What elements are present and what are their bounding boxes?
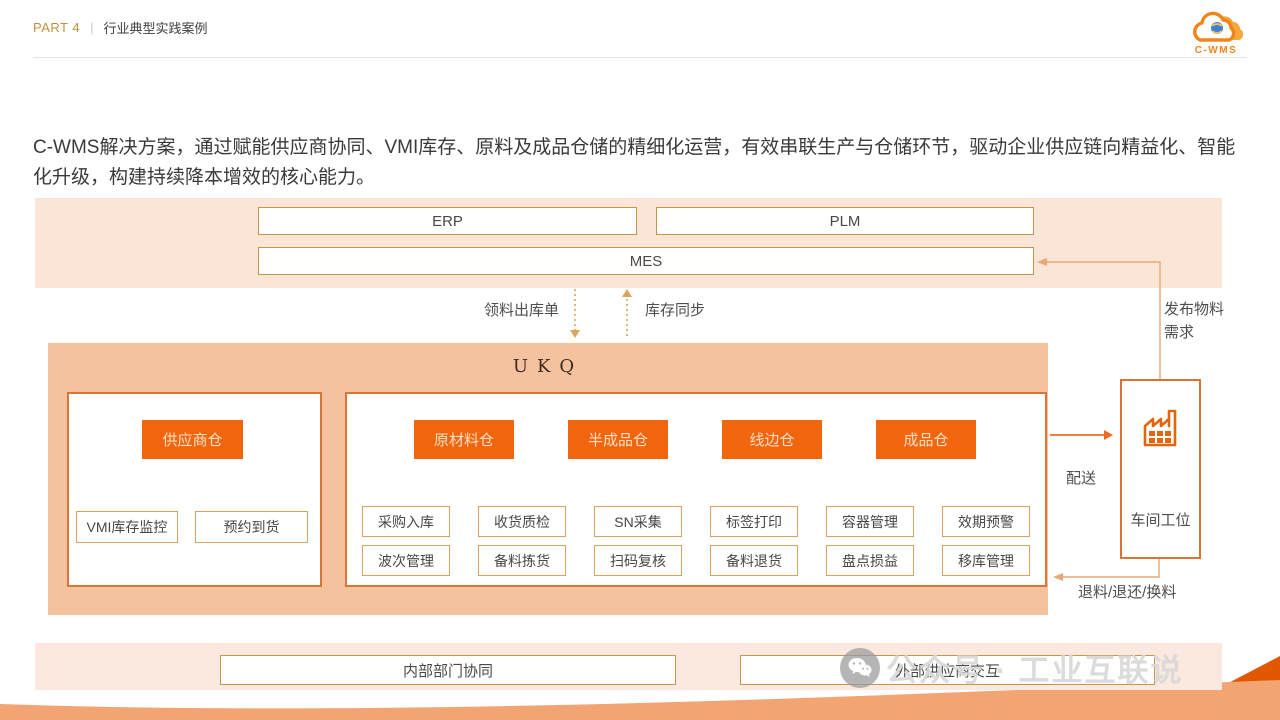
watermark: 公众号 · 工业互联说 [840,645,1184,690]
part-label: PART 4 [33,20,80,35]
raw-material-warehouse-button: 原材料仓 [414,420,514,459]
function-label: 盘点损益 [842,551,898,571]
returns-label: 退料/退还/换料 [1078,581,1176,602]
vmi-monitor-box: VMI库存监控 [76,511,178,543]
factory-windows [1149,431,1171,443]
function-label: 容器管理 [842,512,898,532]
function-box-material-return: 备料退货 [710,545,798,576]
function-box-transfer-mgmt: 移库管理 [942,545,1030,576]
publish-demand-line1: 发布物料 [1164,299,1224,322]
raw-material-warehouse-label: 原材料仓 [434,429,494,450]
function-label: 效期预警 [958,512,1014,532]
mes-label: MES [630,253,663,270]
inventory-sync-label: 库存同步 [645,299,705,320]
internal-collaboration-box: 内部部门协同 [220,655,676,685]
function-label: 波次管理 [378,551,434,571]
header-divider [33,57,1247,58]
lineside-warehouse-label: 线边仓 [749,429,794,450]
function-box-expiry-warning: 效期预警 [942,506,1030,537]
lineside-warehouse-button: 线边仓 [722,420,822,459]
function-label: 采购入库 [378,512,434,532]
supplier-warehouse-button: 供应商仓 [142,420,243,459]
ukq-title: UKQ [48,356,1048,377]
function-box-scan-check: 扫码复核 [594,545,682,576]
header-separator: | [90,20,93,35]
function-box-picking: 备料拣货 [478,545,566,576]
workshop-station-label: 车间工位 [1122,509,1199,530]
material-issue-label: 领料出库单 [484,299,559,320]
function-label: 标签打印 [726,512,782,532]
function-label: 备料退货 [726,551,782,571]
page-title: 行业典型实践案例 [103,18,207,37]
function-box-sn-collection: SN采集 [594,506,682,537]
erp-box: ERP [258,207,637,235]
return-line [1061,559,1159,577]
mes-box: MES [258,247,1034,275]
vmi-monitor-label: VMI库存监控 [87,517,168,537]
intro-text: C-WMS解决方案，通过赋能供应商协同、VMI库存、原料及成品仓储的精细化运营，… [33,133,1251,194]
function-box-receiving-inspection: 收货质检 [478,506,566,537]
cwms-logo: C-WMS [1176,4,1256,56]
function-box-container-mgmt: 容器管理 [826,506,914,537]
finished-goods-warehouse-button: 成品仓 [876,420,976,459]
function-box-label-printing: 标签打印 [710,506,798,537]
semi-finished-warehouse-label: 半成品仓 [588,429,648,450]
workshop-station-box: 车间工位 [1120,379,1201,559]
function-box-wave-mgmt: 波次管理 [362,545,450,576]
inventory-sync-arrowhead [622,289,632,297]
publish-demand-label: 发布物料 需求 [1164,299,1224,344]
function-label: 收货质检 [494,512,550,532]
delivery-label: 配送 [1066,467,1096,488]
slide-header: PART 4 | 行业典型实践案例 [33,18,207,37]
return-arrowhead [1053,573,1063,581]
material-issue-arrowhead [570,330,580,338]
function-label: 备料拣货 [494,551,550,571]
erp-label: ERP [432,213,463,230]
function-label: SN采集 [614,512,661,532]
appointment-arrival-label: 预约到货 [224,517,280,537]
publish-demand-line2: 需求 [1164,322,1224,345]
appointment-arrival-box: 预约到货 [195,511,308,543]
semi-finished-warehouse-button: 半成品仓 [568,420,668,459]
function-label: 移库管理 [958,551,1014,571]
plm-box: PLM [656,207,1034,235]
factory-icon [1137,403,1185,451]
plm-label: PLM [830,213,861,230]
finished-goods-warehouse-label: 成品仓 [903,429,948,450]
logo-text: C-WMS [1195,45,1238,56]
function-box-stocktake: 盘点损益 [826,545,914,576]
wechat-icon [840,648,880,688]
internal-collaboration-label: 内部部门协同 [403,660,493,681]
watermark-text: 公众号 · 工业互联说 [886,645,1184,690]
supplier-warehouse-label: 供应商仓 [162,429,222,450]
delivery-arrowhead [1104,430,1113,440]
function-box-purchase-inbound: 采购入库 [362,506,450,537]
function-label: 扫码复核 [610,551,666,571]
